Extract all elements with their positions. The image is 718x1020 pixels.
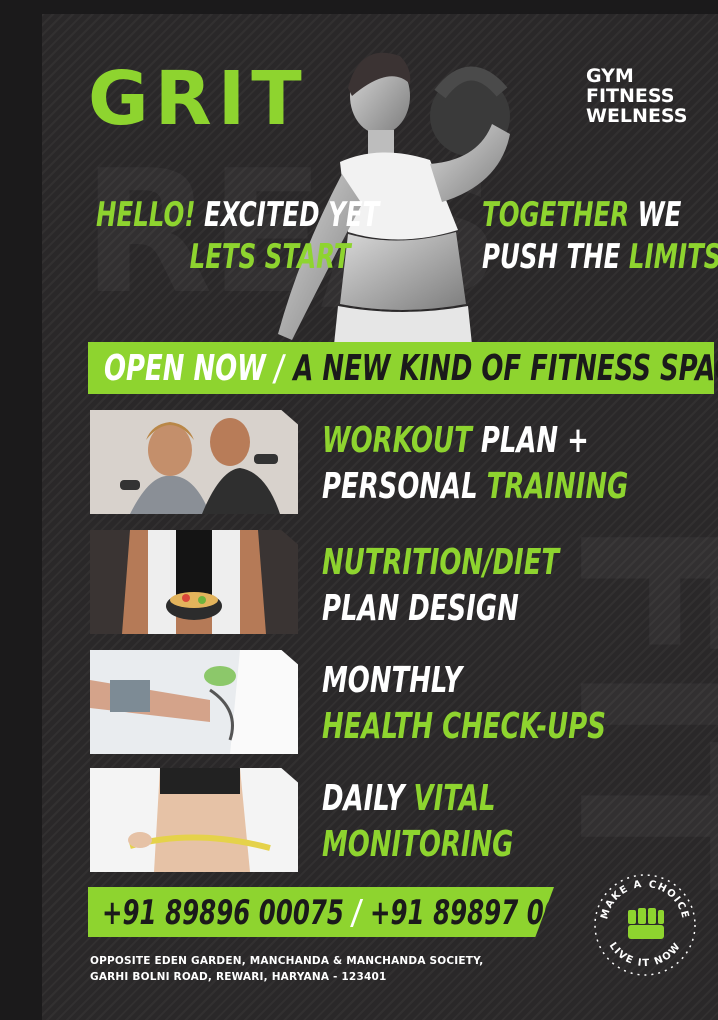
feature-nutrition: NUTRITION/DIET PLAN DESIGN	[322, 540, 559, 632]
feature-nutrition-a: NUTRITION/DIET	[322, 542, 560, 583]
headline-right: TOGETHER WE PUSH THE LIMITS	[482, 194, 718, 278]
brand-tagline: GYM FITNESS WELNESS	[586, 66, 687, 126]
tagline-gym: GYM	[586, 65, 634, 87]
feature-vital-c: MONITORING	[322, 824, 514, 865]
feature-workout-b: PLAN +	[480, 420, 589, 461]
address-line-2: GARHI BOLNI ROAD, REWARI, HARYANA - 1234…	[90, 971, 387, 983]
feature-health: MONTHLY HEALTH CHECK-UPS	[322, 658, 606, 750]
address: OPPOSITE EDEN GARDEN, MANCHANDA & MANCHA…	[90, 953, 483, 985]
phone-separator: /	[352, 893, 362, 933]
headline-we: WE	[637, 195, 682, 235]
headline-hello: HELLO!	[96, 195, 196, 235]
couple-dumbbell-photo	[90, 410, 298, 514]
headline-push-the: PUSH THE	[482, 237, 621, 277]
feature-vital-a: DAILY	[322, 778, 405, 819]
banner-text: OPEN NOW / A NEW KIND OF FITNESS SPACE	[104, 348, 718, 390]
headline-together: TOGETHER	[482, 195, 630, 235]
phone-bar: +91 89896 00075 / +91 89897 00075	[88, 887, 554, 937]
headline-limits: LIMITS	[628, 237, 718, 277]
open-now-banner: OPEN NOW / A NEW KIND OF FITNESS SPACE	[88, 342, 718, 394]
banner-separator: /	[274, 348, 285, 389]
waist-measure-photo	[90, 768, 298, 872]
flyer: RE/S FIT GRIT GYM FITNESS WELNESS HELLO!…	[42, 14, 718, 1020]
headline-lets-start: LETS START	[189, 237, 351, 277]
make-a-choice-badge: MAKE A CHOICE LIVE IT NOW	[594, 874, 696, 976]
feature-health-c: HEALTH CHECK-UPS	[322, 706, 606, 747]
phone-number-1[interactable]: +91 89896 00075	[102, 893, 344, 933]
brand-logo: GRIT	[88, 56, 308, 142]
banner-tagline: A NEW KIND OF FITNESS SPACE	[293, 348, 718, 389]
tagline-wellness: WELNESS	[586, 105, 688, 127]
salad-bowl-photo	[90, 530, 298, 634]
feature-workout-d: TRAINING	[486, 466, 629, 507]
blood-pressure-photo	[90, 650, 298, 754]
svg-text:LIVE IT NOW: LIVE IT NOW	[607, 940, 684, 969]
tagline-fitness: FITNESS	[586, 85, 675, 107]
feature-health-a: MONTHLY	[322, 660, 463, 701]
feature-workout: WORKOUT PLAN + PERSONAL TRAINING	[322, 418, 628, 510]
headline-left: HELLO! EXCITED YET LETS START	[96, 194, 379, 278]
feature-nutrition-c: PLAN DESIGN	[322, 588, 519, 629]
feature-workout-a: WORKOUT	[322, 420, 472, 461]
feature-vital: DAILY VITAL MONITORING	[322, 776, 513, 868]
feature-vital-b: VITAL	[413, 778, 496, 819]
headline-excited: EXCITED YET	[204, 195, 380, 235]
badge-bottom-text: LIVE IT NOW	[607, 940, 682, 969]
banner-open-now: OPEN NOW	[104, 348, 266, 389]
address-line-1: OPPOSITE EDEN GARDEN, MANCHANDA & MANCHA…	[90, 955, 484, 967]
feature-workout-c: PERSONAL	[322, 466, 478, 507]
phone-numbers: +91 89896 00075 / +91 89897 00075	[102, 893, 554, 933]
fist-icon	[628, 908, 664, 939]
